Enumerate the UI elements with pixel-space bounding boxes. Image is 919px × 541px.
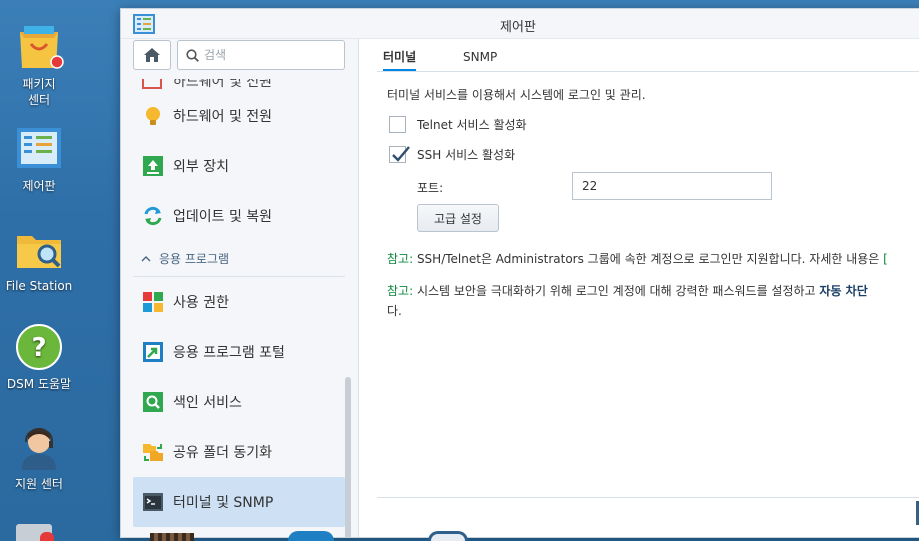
- note-text: 시스템 보안을 극대화하기 위해 로그인 계정에 대해 강력한 패스워드를 설정…: [413, 284, 820, 298]
- checkmark-icon: [392, 146, 410, 162]
- sidebar-scrollbar[interactable]: [345, 377, 351, 537]
- note-bold[interactable]: 자동 차단: [819, 284, 867, 298]
- search-box[interactable]: [177, 40, 345, 70]
- sidebar-item-label: 색인 서비스: [173, 395, 242, 411]
- sidebar-item-label: 업데이트 및 복원: [173, 209, 273, 225]
- telnet-checkbox[interactable]: [389, 116, 406, 133]
- home-button[interactable]: [133, 40, 171, 70]
- control-panel-icon: [17, 128, 61, 168]
- sidebar-section-label: 응용 프로그램: [159, 252, 230, 266]
- sidebar-item-hardware-power[interactable]: 하드웨어 및 전원: [133, 91, 345, 141]
- index-service-icon: [143, 392, 163, 412]
- sidebar-item-label: 터미널 및 SNMP: [173, 495, 274, 511]
- sidebar: 하드웨어 및 전원 하드웨어 및 전원 외부 장치: [121, 39, 359, 537]
- window-titlebar[interactable]: 제어판: [121, 9, 919, 39]
- sidebar-item-label: 공유 폴더 동기화: [173, 445, 273, 461]
- telnet-option[interactable]: Telnet 서비스 활성화: [389, 116, 527, 133]
- main-content: 터미널 SNMP 터미널 서비스를 이용해서 시스템에 로그인 및 관리. Te…: [377, 39, 919, 537]
- telnet-label: Telnet 서비스 활성화: [417, 118, 527, 132]
- sidebar-item-external-devices[interactable]: 외부 장치: [133, 141, 345, 191]
- desktop-icon-label: 패키지: [22, 77, 56, 91]
- chevron-up-icon: [141, 255, 151, 261]
- sidebar-item-terminal-snmp[interactable]: 터미널 및 SNMP: [133, 477, 345, 527]
- desktop-icon-control-panel[interactable]: 제어판: [0, 124, 78, 194]
- sidebar-item-partial[interactable]: 하드웨어 및 전원: [133, 79, 345, 91]
- note-prefix: 참고:: [387, 252, 414, 266]
- control-panel-window: 제어판 하드웨어 및 전원: [120, 8, 919, 538]
- help-icon: ?: [16, 324, 62, 370]
- home-icon: [144, 48, 160, 62]
- note-security-line2: 다.: [387, 304, 402, 318]
- tab-terminal[interactable]: 터미널: [383, 43, 417, 71]
- note-security: 참고: 시스템 보안을 극대화하기 위해 로그인 계정에 대해 강력한 패스워드…: [387, 281, 868, 301]
- permissions-icon: [143, 292, 163, 312]
- advanced-settings-button[interactable]: 고급 설정: [417, 204, 499, 232]
- package-center-icon: [20, 26, 64, 69]
- partial-icon: [142, 79, 162, 89]
- note-prefix: 참고:: [387, 284, 414, 298]
- sidebar-item-label: 하드웨어 및 전원: [173, 109, 273, 125]
- desktop-icon-partial-badge: [40, 532, 54, 541]
- sidebar-nav: 하드웨어 및 전원 하드웨어 및 전원 외부 장치 업데이트 및 복원 응용 프…: [133, 79, 345, 527]
- sidebar-item-update-restore[interactable]: 업데이트 및 복원: [133, 191, 345, 241]
- app-portal-icon: [143, 342, 163, 362]
- note-link[interactable]: [: [883, 252, 888, 266]
- tab-label: 터미널: [383, 49, 417, 64]
- external-device-icon: [143, 156, 163, 176]
- desktop-icon-label: 제어판: [22, 179, 56, 193]
- tab-label: SNMP: [463, 50, 498, 64]
- sidebar-item-privileges[interactable]: 사용 권한: [133, 277, 345, 327]
- port-input[interactable]: [572, 172, 772, 200]
- ssh-checkbox[interactable]: [389, 146, 410, 163]
- tab-bar: 터미널 SNMP: [377, 39, 919, 72]
- sidebar-item-shared-folder-sync[interactable]: 공유 폴더 동기화: [133, 427, 345, 477]
- ssh-option[interactable]: SSH 서비스 활성화: [389, 146, 515, 163]
- bottom-peek-item-1: [150, 533, 194, 541]
- update-restore-icon: [144, 206, 162, 226]
- sidebar-item-label: 외부 장치: [173, 159, 229, 175]
- sidebar-section-applications[interactable]: 응용 프로그램: [133, 241, 345, 277]
- bottom-peek-item-2: [288, 531, 334, 541]
- sidebar-item-label: 사용 권한: [173, 295, 229, 311]
- sidebar-item-label: 하드웨어 및 전원: [173, 79, 273, 90]
- note-ssh-admin: 참고: SSH/Telnet은 Administrators 그룹에 속한 계정…: [387, 249, 888, 269]
- terminal-icon: [143, 493, 163, 511]
- desktop-icon-package-center[interactable]: 패키지 센터: [0, 22, 78, 108]
- folder-search-icon: [17, 236, 61, 268]
- footer-divider: [377, 497, 919, 498]
- bottom-peek-item-3: [428, 531, 468, 541]
- bulb-icon: [146, 107, 160, 125]
- desktop-icon-file-station[interactable]: File Station: [0, 224, 78, 294]
- ssh-label: SSH 서비스 활성화: [417, 148, 516, 162]
- search-icon: [186, 48, 199, 62]
- sidebar-item-label: 응용 프로그램 포털: [173, 345, 285, 361]
- support-agent-icon: [22, 428, 56, 470]
- sidebar-item-app-portal[interactable]: 응용 프로그램 포털: [133, 327, 345, 377]
- shared-folder-sync-icon: [143, 444, 163, 461]
- window-title: 제어판: [500, 20, 536, 35]
- desktop-icon-label: 센터: [27, 93, 51, 107]
- port-label: 포트:: [417, 181, 444, 195]
- section-description: 터미널 서비스를 이용해서 시스템에 로그인 및 관리.: [387, 88, 646, 102]
- svg-text:?: ?: [31, 333, 46, 363]
- desktop-icon-label: File Station: [5, 279, 73, 293]
- search-input[interactable]: [204, 48, 334, 62]
- sidebar-item-indexing-service[interactable]: 색인 서비스: [133, 377, 345, 427]
- desktop-icon-label: 지원 센터: [15, 477, 63, 491]
- note-text: SSH/Telnet은 Administrators 그룹에 속한 계정으로 로…: [413, 252, 884, 266]
- desktop-icon-support-center[interactable]: 지원 센터: [0, 422, 78, 492]
- desktop-icon-label: DSM 도움말: [6, 377, 72, 391]
- tab-snmp[interactable]: SNMP: [463, 43, 497, 71]
- desktop-icon-dsm-help[interactable]: ? DSM 도움말: [0, 322, 78, 392]
